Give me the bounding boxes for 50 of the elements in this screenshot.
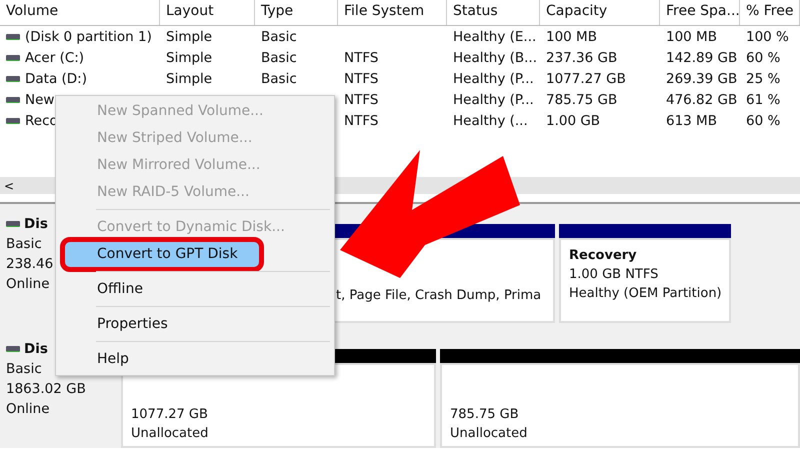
table-cell: NTFS (344, 50, 378, 66)
disk-name: Dis (24, 340, 48, 359)
table-cell: New (25, 92, 54, 108)
table-cell: 237.36 GB (546, 50, 618, 66)
table-cell: Healthy (E... (453, 28, 536, 44)
table-cell: 100 % (746, 28, 789, 44)
table-cell: 142.89 GB (666, 50, 738, 66)
table-cell: NTFS (344, 92, 378, 108)
table-cell: Simple (166, 50, 212, 66)
partition-info: Unallocated (450, 425, 528, 443)
disk-info: Basic (6, 360, 42, 379)
disk-info: Online (6, 400, 50, 419)
table-cell: 613 MB (666, 112, 717, 128)
table-cell: Data (D:) (25, 70, 88, 86)
partition-info: 1.00 GB NTFS (569, 266, 660, 284)
table-cell: Healthy (P... (453, 92, 534, 108)
partition-info: Healthy (OEM Partition) (569, 285, 723, 303)
partition-info: 1077.27 GB (131, 406, 209, 424)
table-cell: 269.39 GB (666, 70, 738, 86)
table-cell: Healthy (B... (453, 50, 538, 66)
partition-title: Recovery (569, 247, 638, 265)
table-cell: Basic (261, 70, 297, 86)
partition-info: 785.75 GB (450, 406, 520, 424)
table-cell: Simple (166, 70, 212, 86)
table-cell: 61 % (746, 92, 780, 108)
table-cell: 60 % (746, 112, 780, 128)
table-cell: 100 MB (666, 28, 717, 44)
partition-info: Unallocated (131, 425, 210, 443)
table-cell: Basic (261, 50, 297, 66)
table-cell: 1077.27 GB (546, 70, 626, 86)
table-cell: (Disk 0 partition 1) (25, 28, 152, 44)
disk-name: Dis (24, 215, 48, 234)
table-cell: 785.75 GB (546, 92, 618, 108)
table-cell: Healthy (... (453, 112, 528, 128)
disk-info: 1863.02 GB (6, 380, 86, 399)
table-cell: 476.82 GB (666, 92, 738, 108)
table-cell: Healthy (P... (453, 70, 534, 86)
table-cell: NTFS (344, 112, 378, 128)
table-cell: 60 % (746, 50, 780, 66)
disk-info: Basic (6, 235, 42, 254)
table-cell: 25 % (746, 70, 780, 86)
disk-info: Online (6, 275, 50, 294)
table-cell: 1.00 GB (546, 112, 600, 128)
table-cell: Acer (C:) (25, 50, 84, 66)
table-cell: NTFS (344, 70, 378, 86)
table-cell: Basic (261, 28, 297, 44)
disk-info: 238.46 (6, 255, 54, 274)
partition-info: t, Page File, Crash Dump, Prima (336, 287, 542, 305)
table-cell: Simple (166, 28, 212, 44)
table-cell: 100 MB (546, 28, 597, 44)
